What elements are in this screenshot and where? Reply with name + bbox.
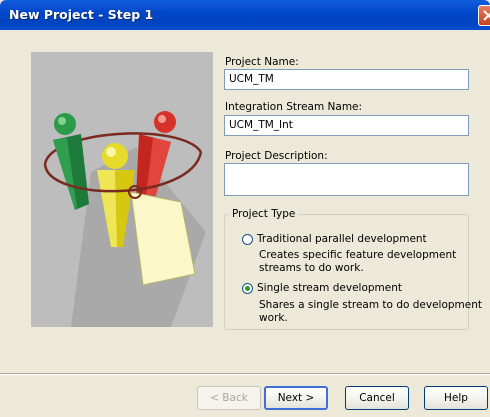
project-type-legend: Project Type (229, 208, 299, 220)
project-name-input[interactable]: UCM_TM (224, 69, 469, 90)
integration-stream-label: Integration Stream Name: (225, 101, 363, 113)
single-stream-radio[interactable] (242, 283, 253, 294)
project-description-label: Project Description: (225, 150, 328, 162)
next-button[interactable]: Next > (264, 386, 328, 410)
project-people-illustration (31, 52, 213, 327)
traditional-parallel-label[interactable]: Traditional parallel development (257, 233, 427, 245)
project-name-label: Project Name: (225, 56, 299, 68)
single-stream-label[interactable]: Single stream development (257, 282, 402, 294)
help-button[interactable]: Help (424, 386, 488, 410)
cancel-button[interactable]: Cancel (345, 386, 409, 410)
single-stream-description: Shares a single stream to do development… (259, 299, 483, 324)
footer-separator-highlight (0, 374, 490, 375)
project-description-input[interactable] (224, 163, 469, 196)
close-button[interactable] (478, 5, 490, 26)
title-bar: New Project - Step 1 (0, 0, 490, 30)
integration-stream-input[interactable]: UCM_TM_Int (224, 115, 469, 136)
window-title: New Project - Step 1 (9, 7, 154, 22)
back-button[interactable]: < Back (197, 386, 261, 410)
traditional-parallel-radio[interactable] (242, 234, 253, 245)
close-icon (483, 10, 490, 21)
project-illustration (31, 52, 213, 327)
traditional-parallel-description: Creates specific feature development str… (259, 249, 457, 274)
